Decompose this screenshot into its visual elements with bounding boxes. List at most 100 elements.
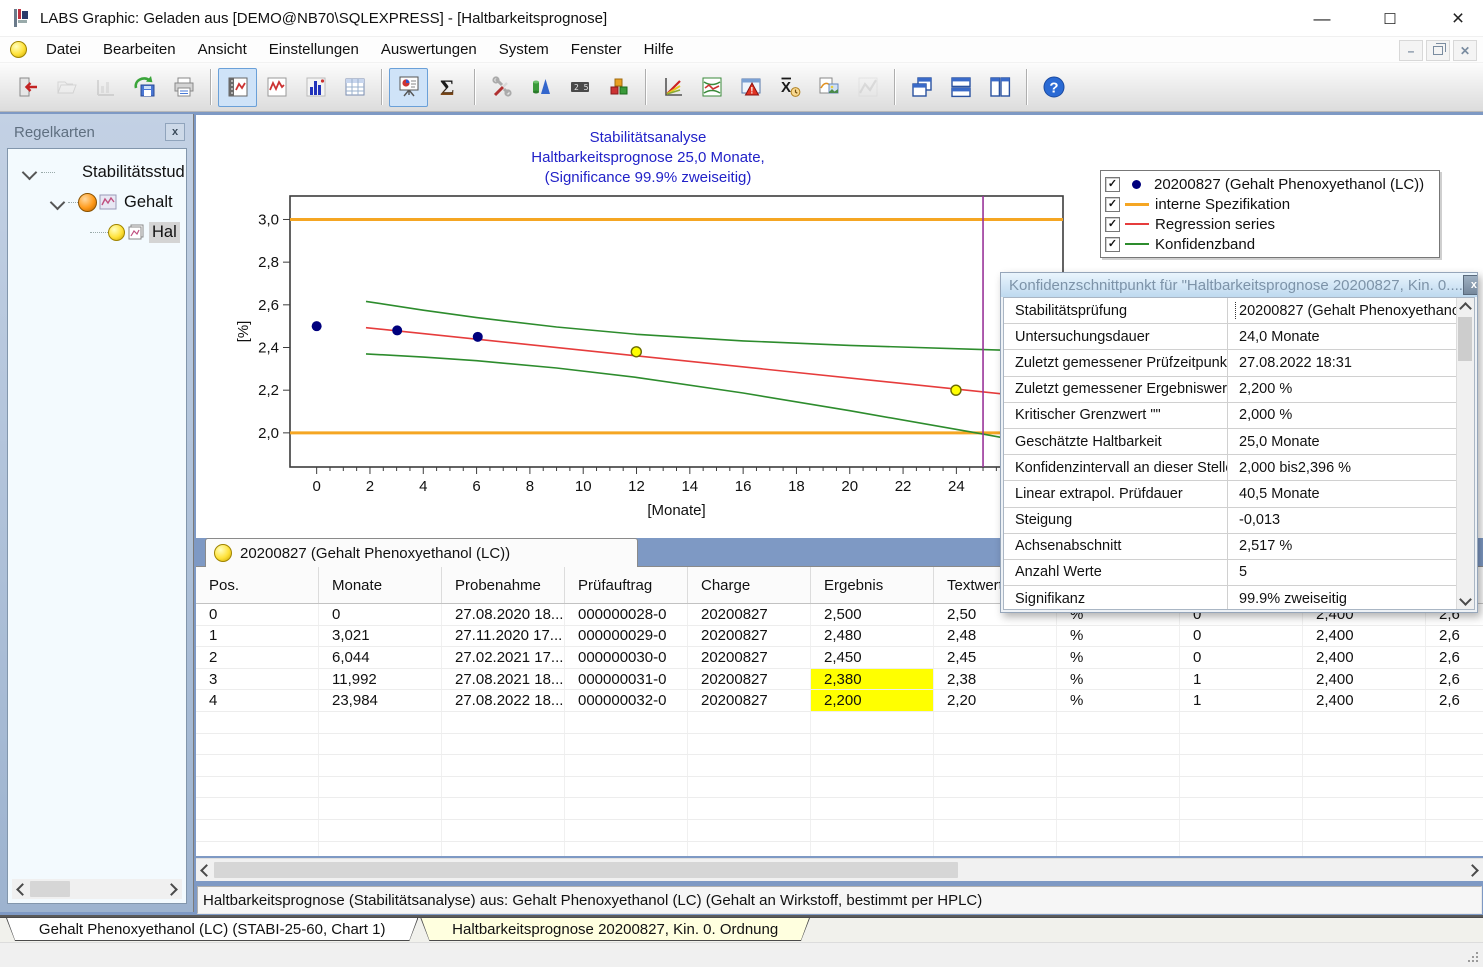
menu-ansicht[interactable]: Ansicht [187, 39, 258, 60]
sigma-statistics-icon[interactable]: Σ [428, 68, 467, 107]
dialog-row[interactable]: Signifikanz99.9% zweiseitig [1004, 586, 1457, 610]
scroll-left-icon[interactable] [12, 879, 30, 899]
table-row[interactable]: 26,04427.02.2021 17...000000030-02020082… [196, 647, 1483, 669]
dialog-row[interactable]: Zuletzt gemessener Ergebniswert2,200 % [1004, 377, 1457, 403]
scroll-down-icon[interactable] [1457, 592, 1473, 609]
close-button[interactable]: × [1443, 5, 1473, 33]
dialog-row[interactable]: Steigung-0,013 [1004, 508, 1457, 534]
sidebar-close-icon[interactable]: x [165, 123, 185, 141]
table-cell [1057, 755, 1180, 776]
tree-item-stabilitaetsstudien[interactable]: Stabilitätsstud [8, 157, 186, 187]
presentation-icon[interactable] [389, 68, 428, 107]
scroll-right-icon[interactable] [1465, 859, 1483, 881]
mdi-restore-button[interactable] [1426, 40, 1450, 61]
help-icon[interactable]: ? [1034, 68, 1073, 107]
column-header[interactable]: Monate [319, 567, 442, 603]
regression-chart-icon[interactable] [653, 68, 692, 107]
dialog-row[interactable]: Stabilitätsprüfung20200827 (Gehalt Pheno… [1004, 298, 1457, 324]
tree-item-gehalt[interactable]: Gehalt [8, 187, 186, 217]
counter-icon[interactable]: 2 5 [560, 68, 599, 107]
legend-checkbox-icon[interactable]: ✓ [1105, 237, 1120, 252]
curve-chart-icon[interactable] [257, 68, 296, 107]
table-horizontal-scrollbar[interactable] [196, 858, 1483, 881]
tree-item-label[interactable]: Gehalt [121, 192, 176, 213]
dialog-row[interactable]: Anzahl Werte5 [1004, 560, 1457, 586]
chart-image-icon[interactable] [809, 68, 848, 107]
sidebar-horizontal-scrollbar[interactable] [12, 879, 182, 899]
menu-system[interactable]: System [488, 39, 560, 60]
column-header[interactable]: Prüfauftrag [565, 567, 688, 603]
chevron-down-icon[interactable] [22, 164, 38, 180]
scroll-right-icon[interactable] [164, 879, 182, 899]
table-cell [688, 798, 811, 819]
tile-horizontal-icon[interactable] [941, 68, 980, 107]
dialog-title-bar[interactable]: Konfidenzschnittpunkt für "Haltbarkeitsp… [1001, 273, 1477, 297]
legend-checkbox-icon[interactable]: ✓ [1105, 217, 1120, 232]
cascade-windows-icon[interactable] [902, 68, 941, 107]
table-row[interactable]: 311,99227.08.2021 18...000000031-0202008… [196, 669, 1483, 691]
dialog-row[interactable]: Geschätzte Haltbarkeit25,0 Monate [1004, 429, 1457, 455]
dialog-row[interactable]: Zuletzt gemessener Prüfzeitpunkt27.08.20… [1004, 350, 1457, 376]
dialog-vertical-scrollbar[interactable] [1456, 298, 1474, 609]
open-icon[interactable] [47, 68, 86, 107]
dialog-row[interactable]: Achsenabschnitt2,517 % [1004, 534, 1457, 560]
chart-misc-icon[interactable] [848, 68, 887, 107]
table-cell: 1 [1180, 669, 1303, 690]
scrollbar-thumb[interactable] [1458, 317, 1472, 361]
menu-auswertungen[interactable]: Auswertungen [370, 39, 488, 60]
print-icon[interactable] [164, 68, 203, 107]
yellow-sphere-icon [214, 544, 232, 562]
menu-einstellungen[interactable]: Einstellungen [258, 39, 370, 60]
column-header[interactable]: Pos. [196, 567, 319, 603]
table-row[interactable]: 423,98427.08.2022 18...000000032-0202008… [196, 690, 1483, 712]
tree-item-label[interactable]: Stabilitätsstud [79, 162, 187, 183]
mdi-close-button[interactable]: ✕ [1453, 40, 1477, 61]
scrollbar-thumb[interactable] [30, 881, 70, 897]
column-header[interactable]: Ergebnis [811, 567, 934, 603]
maximize-button[interactable]: ☐ [1375, 5, 1405, 33]
dialog-row[interactable]: Linear extrapol. Prüfdauer40,5 Monate [1004, 481, 1457, 507]
column-header[interactable]: Charge [688, 567, 811, 603]
scrollbar-thumb[interactable] [214, 862, 958, 878]
dialog-row[interactable]: Untersuchungsdauer24,0 Monate [1004, 324, 1457, 350]
cubes-icon[interactable] [599, 68, 638, 107]
tree-item-label[interactable]: Hal [149, 222, 180, 243]
dialog-row[interactable]: Kritischer Grenzwert ""2,000 % [1004, 403, 1457, 429]
histogram-icon[interactable] [296, 68, 335, 107]
dialog-close-icon[interactable]: x [1463, 275, 1477, 295]
status-bar [0, 942, 1483, 967]
legend-checkbox-icon[interactable]: ✓ [1105, 197, 1120, 212]
scroll-left-icon[interactable] [196, 859, 214, 881]
xbar-clock-icon[interactable]: X [770, 68, 809, 107]
document-tab[interactable]: Haltbarkeitsprognose 20200827, Kin. 0. O… [420, 918, 810, 941]
alarm-warning-icon[interactable]: ! [731, 68, 770, 107]
minimize-button[interactable]: — [1307, 5, 1337, 33]
table-row[interactable]: 13,02127.11.2020 17...000000029-02020082… [196, 626, 1483, 648]
shapes-3d-icon[interactable] [521, 68, 560, 107]
menu-fenster[interactable]: Fenster [560, 39, 633, 60]
legend-item: ✓Regression series [1105, 214, 1435, 234]
table-cell [1426, 820, 1483, 841]
control-chart-icon[interactable] [218, 68, 257, 107]
chart-print-icon[interactable] [86, 68, 125, 107]
confidence-chart-icon[interactable] [692, 68, 731, 107]
dialog-row[interactable]: Konfidenzintervall an dieser Stelle2,000… [1004, 455, 1457, 481]
mdi-minimize-button[interactable]: – [1399, 40, 1423, 61]
menu-bearbeiten[interactable]: Bearbeiten [92, 39, 187, 60]
tools-icon[interactable] [482, 68, 521, 107]
exit-icon[interactable] [8, 68, 47, 107]
legend-checkbox-icon[interactable]: ✓ [1105, 177, 1120, 192]
resize-grip[interactable] [1476, 960, 1478, 962]
column-header[interactable]: Probenahme [442, 567, 565, 603]
data-table-icon[interactable] [335, 68, 374, 107]
menu-datei[interactable]: Datei [35, 39, 92, 60]
konfidenzschnittpunkt-dialog[interactable]: Konfidenzschnittpunkt für "Haltbarkeitsp… [1000, 272, 1478, 613]
scroll-up-icon[interactable] [1457, 298, 1473, 315]
document-tab[interactable]: Gehalt Phenoxyethanol (LC) (STABI-25-60,… [6, 918, 418, 941]
menu-hilfe[interactable]: Hilfe [633, 39, 685, 60]
tile-vertical-icon[interactable] [980, 68, 1019, 107]
chevron-down-icon[interactable] [50, 194, 66, 210]
save-refresh-icon[interactable] [125, 68, 164, 107]
results-tab[interactable]: 20200827 (Gehalt Phenoxyethanol (LC)) [205, 538, 638, 567]
tree-item-haltbarkeit[interactable]: Hal [8, 217, 186, 247]
